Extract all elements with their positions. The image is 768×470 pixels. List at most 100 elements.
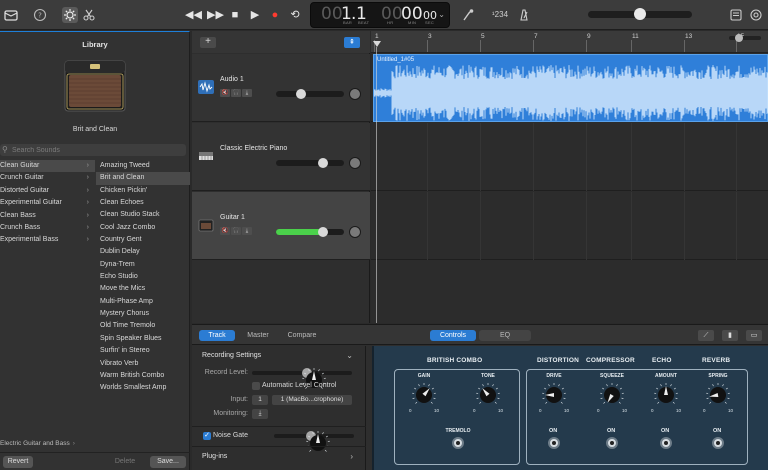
zoom-slider[interactable]: [729, 34, 761, 42]
drive-knob[interactable]: [542, 383, 566, 407]
chevron-down-icon[interactable]: ⌄: [438, 10, 445, 19]
preset-item[interactable]: Cool Jazz Combo: [96, 222, 190, 234]
preset-item[interactable]: Move the Mics: [96, 283, 190, 295]
count-in-button[interactable]: ¹234: [492, 10, 508, 19]
track-header[interactable]: Audio 1 🔇 🎧 ⤓: [192, 54, 370, 122]
pan-knob[interactable]: [349, 88, 361, 100]
master-volume-knob[interactable]: [634, 8, 646, 20]
save-button[interactable]: Save...: [150, 456, 186, 468]
echo-toggle[interactable]: [660, 437, 672, 449]
noise-gate-slider[interactable]: [274, 431, 354, 452]
track-header[interactable]: Guitar 1 🔇 🎧 ⤓: [192, 192, 370, 260]
tracks-area[interactable]: 1 3 5 7 9 11 13 15 Untitled_1#05: [371, 31, 768, 323]
preset-item[interactable]: Chicken Pickin': [96, 185, 190, 197]
distortion-toggle[interactable]: [548, 437, 560, 449]
category-item[interactable]: Experimental Bass ›: [0, 234, 95, 246]
chevron-down-icon[interactable]: ⌄: [346, 351, 353, 360]
library-breadcrumb[interactable]: Electric Guitar and Bass ›: [0, 440, 190, 447]
preset-item[interactable]: Worlds Smallest Amp: [96, 382, 190, 394]
smart-controls-icon[interactable]: [62, 7, 78, 23]
tab-compare[interactable]: Compare: [282, 330, 322, 341]
tab-eq[interactable]: EQ: [479, 330, 531, 341]
noise-gate-checkbox[interactable]: ✓: [203, 432, 211, 440]
preset-item[interactable]: Country Gent: [96, 234, 190, 246]
record-enable-button[interactable]: ⤓: [242, 227, 252, 235]
record-button[interactable]: ●: [267, 8, 283, 22]
tab-track[interactable]: Track: [199, 330, 235, 341]
preset-item[interactable]: Dyna-Trem: [96, 259, 190, 271]
tab-controls[interactable]: Controls: [430, 330, 476, 341]
revert-button[interactable]: Revert: [3, 456, 33, 468]
catch-playhead-button[interactable]: ⇞: [344, 37, 360, 48]
mute-button[interactable]: 🔇: [220, 227, 230, 235]
track-name[interactable]: Classic Electric Piano: [220, 145, 287, 152]
notepad-icon[interactable]: [728, 7, 744, 23]
tuner-icon[interactable]: [460, 7, 476, 23]
amp-designer-icon[interactable]: ▭: [746, 330, 762, 341]
search-input[interactable]: [12, 144, 182, 156]
category-item[interactable]: Clean Bass ›: [0, 210, 95, 222]
track-header[interactable]: Classic Electric Piano: [192, 123, 370, 191]
metronome-icon[interactable]: [516, 7, 532, 23]
rewind-button[interactable]: ◀◀: [185, 8, 202, 22]
master-volume-slider[interactable]: [588, 8, 692, 20]
zoom-knob[interactable]: [735, 34, 743, 42]
tone-knob[interactable]: [476, 383, 500, 407]
pan-knob[interactable]: [349, 157, 361, 169]
category-item[interactable]: Crunch Guitar ›: [0, 172, 95, 184]
volume-knob[interactable]: [296, 89, 307, 99]
preset-item[interactable]: Echo Studio: [96, 271, 190, 283]
help-icon[interactable]: ?: [32, 7, 48, 23]
lcd-display[interactable]: 00 1 . 1 00 00 00 BAR BEAT HR MIN SEC ⌄: [310, 2, 450, 28]
tuner-icon[interactable]: ⟋: [698, 330, 714, 341]
gain-knob[interactable]: [412, 383, 436, 407]
track-name[interactable]: Audio 1: [220, 76, 244, 83]
category-item[interactable]: Crunch Bass ›: [0, 222, 95, 234]
preset-item[interactable]: Surfin' in Stereo: [96, 345, 190, 357]
playhead[interactable]: [373, 41, 381, 47]
input-channel-button[interactable]: 1: [252, 395, 268, 405]
volume-slider[interactable]: [276, 158, 344, 168]
track-name[interactable]: Guitar 1: [220, 214, 245, 221]
volume-knob[interactable]: [317, 158, 328, 168]
mute-button[interactable]: 🔇: [220, 89, 230, 97]
record-level-slider[interactable]: [252, 368, 352, 389]
volume-slider[interactable]: [276, 89, 344, 99]
library-icon[interactable]: [3, 7, 19, 23]
volume-slider[interactable]: [276, 227, 344, 237]
play-button[interactable]: ▶: [247, 8, 263, 22]
category-item[interactable]: Distorted Guitar ›: [0, 185, 95, 197]
spring-knob[interactable]: [706, 383, 730, 407]
input-device-select[interactable]: 1 (MacBo...crophone): [272, 395, 352, 405]
stop-button[interactable]: ■: [227, 8, 243, 22]
category-item[interactable]: Clean Guitar ›: [0, 160, 95, 173]
squeeze-knob[interactable]: [600, 383, 624, 407]
editors-scissors-icon[interactable]: [81, 7, 97, 23]
cycle-button[interactable]: ⟲: [287, 8, 303, 22]
preset-item[interactable]: Clean Studio Stack: [96, 209, 190, 221]
headphones-icon[interactable]: 🎧: [231, 227, 241, 235]
compressor-toggle[interactable]: [606, 437, 618, 449]
preset-item[interactable]: Dublin Delay: [96, 246, 190, 258]
record-enable-button[interactable]: ⤓: [242, 89, 252, 97]
monitoring-button[interactable]: ⤓: [252, 409, 268, 419]
track-lane[interactable]: [371, 192, 768, 260]
preset-item[interactable]: Amazing Tweed: [96, 160, 190, 172]
preset-item[interactable]: Mystery Chorus: [96, 308, 190, 320]
pan-knob[interactable]: [349, 226, 361, 238]
info-icon[interactable]: ▮: [722, 330, 738, 341]
headphones-icon[interactable]: 🎧: [231, 89, 241, 97]
reverb-toggle[interactable]: [712, 437, 724, 449]
preset-item[interactable]: Spin Speaker Blues: [96, 333, 190, 345]
loop-browser-icon[interactable]: [748, 7, 764, 23]
tab-master[interactable]: Master: [240, 330, 276, 341]
category-item[interactable]: Experimental Guitar ›: [0, 197, 95, 209]
delete-button[interactable]: Delete: [110, 456, 140, 468]
fast-forward-button[interactable]: ▶▶: [207, 8, 224, 22]
volume-knob[interactable]: [317, 227, 328, 237]
preset-item[interactable]: Multi-Phase Amp: [96, 296, 190, 308]
search-field[interactable]: ⚲: [0, 144, 186, 156]
ruler[interactable]: 1 3 5 7 9 11 13 15: [371, 31, 768, 53]
tremolo-toggle[interactable]: [452, 437, 464, 449]
track-lane[interactable]: [371, 123, 768, 191]
